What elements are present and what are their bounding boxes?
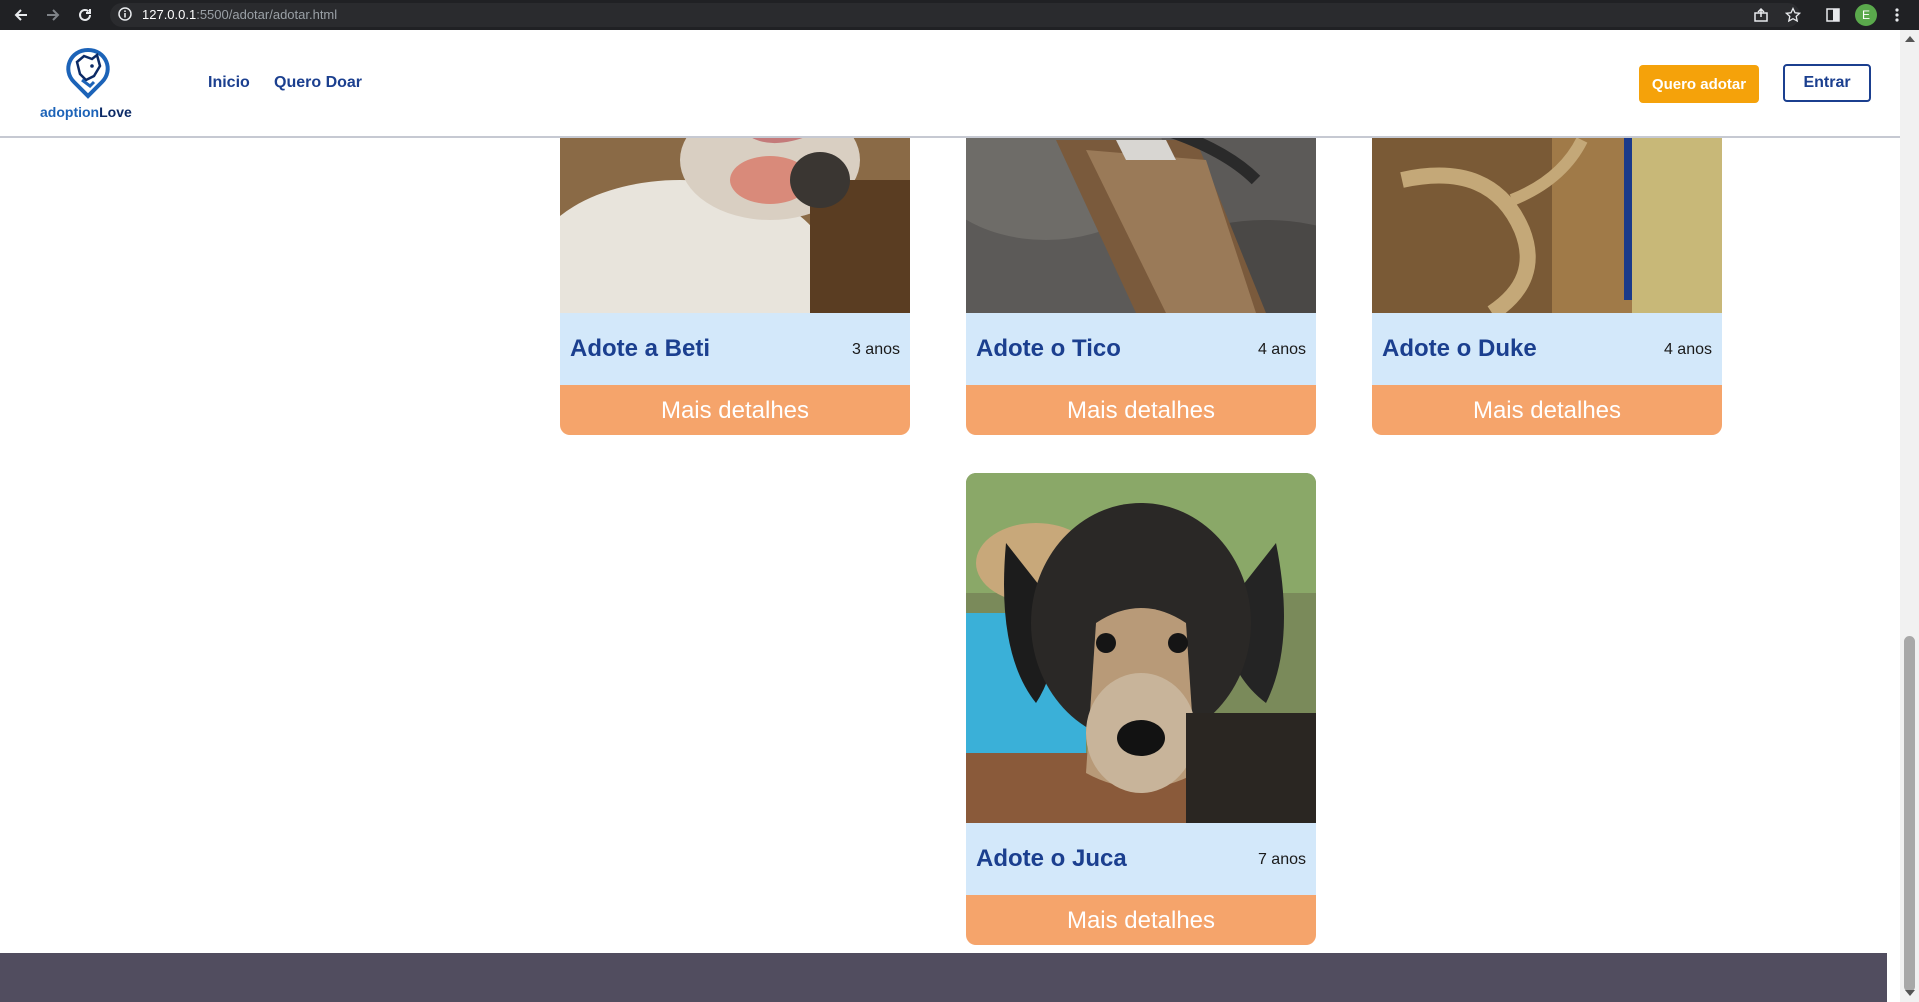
pet-name: Adote o Duke	[1382, 335, 1537, 362]
scroll-up-arrow-icon[interactable]	[1905, 36, 1915, 42]
site-info-icon[interactable]	[118, 7, 132, 26]
card-info: Adote a Beti 3 anos	[560, 313, 910, 385]
pet-name: Adote o Tico	[976, 335, 1121, 362]
pet-card-duke: Adote o Duke 4 anos Mais detalhes	[1372, 120, 1722, 435]
pet-name: Adote a Beti	[570, 335, 711, 362]
reload-icon[interactable]	[74, 4, 96, 26]
pet-name: Adote o Juca	[976, 845, 1127, 872]
page-footer	[0, 953, 1887, 1002]
menu-kebab-icon[interactable]	[1886, 4, 1908, 26]
share-icon[interactable]	[1750, 4, 1772, 26]
side-panel-icon[interactable]	[1822, 4, 1844, 26]
browser-toolbar: 127.0.0.1:5500/adotar/adotar.html E	[0, 0, 1919, 30]
nav-quero-doar[interactable]: Quero Doar	[274, 74, 362, 92]
logo-wordmark: adoptionLove	[40, 104, 132, 120]
url-text: 127.0.0.1:5500/adotar/adotar.html	[142, 7, 338, 22]
pet-age: 4 anos	[1257, 341, 1306, 358]
site-header: adoptionLove Inicio Quero Doar Quero ado…	[0, 30, 1900, 138]
pet-card-beti: Adote a Beti 3 anos Mais detalhes	[560, 120, 910, 435]
pet-card-tico: Adote o Tico 4 anos Mais detalhes	[966, 120, 1316, 435]
bird-photo	[966, 120, 1316, 313]
pet-age: 4 anos	[1663, 341, 1712, 358]
parrot-photo	[1372, 120, 1722, 313]
dog-photo	[966, 473, 1316, 823]
address-bar[interactable]: 127.0.0.1:5500/adotar/adotar.html	[110, 3, 1800, 27]
card-info: Adote o Juca 7 anos	[966, 823, 1316, 895]
mais-detalhes-button[interactable]: Mais detalhes	[560, 385, 910, 435]
card-info: Adote o Tico 4 anos	[966, 313, 1316, 385]
forward-arrow-icon[interactable]	[42, 4, 64, 26]
card-info: Adote o Duke 4 anos	[1372, 313, 1722, 385]
profile-avatar[interactable]: E	[1855, 4, 1877, 26]
bookmark-star-icon[interactable]	[1782, 4, 1804, 26]
brand-logo[interactable]: adoptionLove	[34, 42, 142, 126]
mais-detalhes-button[interactable]: Mais detalhes	[966, 385, 1316, 435]
mais-detalhes-button[interactable]: Mais detalhes	[1372, 385, 1722, 435]
dog-photo	[560, 120, 910, 313]
quero-adotar-button[interactable]: Quero adotar	[1639, 65, 1759, 103]
back-arrow-icon[interactable]	[10, 4, 32, 26]
entrar-button[interactable]: Entrar	[1783, 64, 1871, 102]
mais-detalhes-button[interactable]: Mais detalhes	[966, 895, 1316, 945]
pet-card-juca: Adote o Juca 7 anos Mais detalhes	[966, 473, 1316, 945]
vertical-scrollbar[interactable]	[1900, 30, 1919, 1002]
scroll-down-arrow-icon[interactable]	[1905, 990, 1915, 996]
pet-age: 3 anos	[851, 341, 900, 358]
dog-cat-heart-icon	[66, 47, 110, 99]
nav-inicio[interactable]: Inicio	[208, 74, 250, 92]
scrollbar-thumb[interactable]	[1904, 636, 1915, 992]
pet-age: 7 anos	[1257, 851, 1306, 868]
